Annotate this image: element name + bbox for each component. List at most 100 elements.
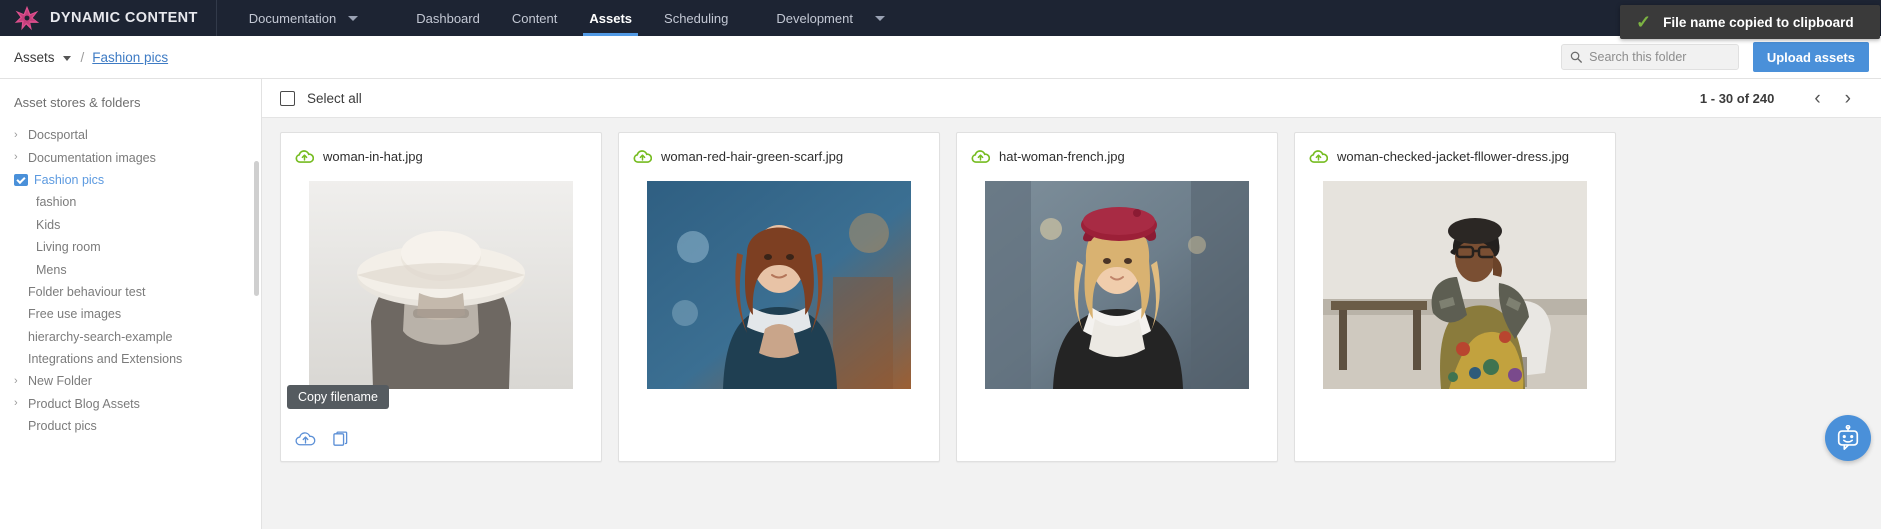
- sidebar-item-documentation-images[interactable]: › Documentation images: [0, 146, 261, 168]
- asset-thumbnail-wrapper: [1323, 181, 1587, 389]
- copy-filename-icon[interactable]: [330, 430, 351, 449]
- asset-thumbnail-wrapper: [309, 181, 573, 389]
- nav-item-label: Documentation: [248, 10, 337, 26]
- asset-card[interactable]: woman-in-hat.jpg Copy filename: [280, 132, 602, 462]
- asset-thumbnail-wrapper: [647, 181, 911, 389]
- asset-card[interactable]: woman-checked-jacket-fllower-dress.jpg: [1294, 132, 1616, 462]
- breadcrumb-separator: /: [80, 49, 85, 65]
- sidebar-item-label: hierarchy-search-example: [28, 329, 173, 344]
- sidebar-item-label: Folder behaviour test: [28, 284, 146, 299]
- search-input[interactable]: [1589, 50, 1730, 64]
- copy-filename-tooltip: Copy filename: [287, 385, 389, 409]
- asset-card-header: woman-red-hair-green-scarf.jpg: [619, 133, 939, 167]
- next-page-button[interactable]: ›: [1833, 89, 1863, 108]
- chatbot-icon: [1837, 425, 1859, 450]
- folder-tree: › Docsportal › Documentation images Fash…: [0, 120, 261, 437]
- star-burst-logo-icon: [14, 5, 40, 31]
- sidebar-item-label: Documentation images: [28, 150, 156, 165]
- chevron-right-icon[interactable]: ›: [14, 152, 28, 163]
- asset-card-header: woman-checked-jacket-fllower-dress.jpg: [1295, 133, 1615, 167]
- asset-card-actions: [295, 430, 351, 449]
- sidebar-item-product-blog-assets[interactable]: › Product Blog Assets: [0, 393, 261, 415]
- upload-assets-button[interactable]: Upload assets: [1752, 42, 1869, 72]
- asset-card-header: woman-in-hat.jpg: [281, 133, 601, 167]
- sidebar-item-label: fashion: [36, 195, 77, 210]
- sidebar-item-label: Fashion pics: [34, 172, 105, 187]
- asset-card[interactable]: woman-red-hair-green-scarf.jpg: [618, 132, 940, 462]
- sidebar-item-free-use-images[interactable]: Free use images: [0, 303, 261, 325]
- sidebar-title: Asset stores & folders: [14, 95, 141, 110]
- asset-thumbnail-image: [647, 181, 911, 389]
- asset-card-header: hat-woman-french.jpg: [957, 133, 1277, 167]
- assets-main-panel: Select all 1 - 30 of 240 ‹ › woman-in-ha…: [262, 79, 1881, 529]
- chevron-down-icon[interactable]: [874, 15, 885, 21]
- brand-title: DYNAMIC CONTENT: [50, 10, 198, 26]
- asset-thumbnail-wrapper: [985, 181, 1249, 389]
- sidebar-item-folder-behaviour-test[interactable]: Folder behaviour test: [0, 281, 261, 303]
- sidebar-item-living-room[interactable]: Living room: [0, 236, 261, 258]
- asset-tree-sidebar: Asset stores & folders › Docsportal › Do…: [0, 79, 262, 529]
- sidebar-item-docsportal[interactable]: › Docsportal: [0, 124, 261, 146]
- brand-logo[interactable]: DYNAMIC CONTENT: [0, 0, 217, 36]
- sidebar-item-label: Product Blog Assets: [28, 396, 140, 411]
- sidebar-item-kids[interactable]: Kids: [0, 214, 261, 236]
- search-folder-box[interactable]: [1560, 44, 1739, 70]
- check-icon: ✓: [1636, 12, 1652, 32]
- assets-toolbar: Select all 1 - 30 of 240 ‹ ›: [262, 79, 1881, 118]
- search-icon: [1570, 51, 1582, 63]
- sidebar-item-label: Docsportal: [28, 128, 88, 143]
- nav-item-label: Scheduling: [664, 10, 729, 26]
- breadcrumb-root[interactable]: Assets: [14, 50, 55, 65]
- nav-item-label: Assets: [589, 10, 633, 26]
- asset-card[interactable]: hat-woman-french.jpg: [956, 132, 1278, 462]
- asset-thumbnail-image: [309, 181, 573, 389]
- select-all-checkbox[interactable]: [280, 90, 295, 106]
- chevron-right-icon[interactable]: ›: [14, 375, 28, 387]
- open-folder-icon: [14, 173, 28, 186]
- nav-item-label: Dashboard: [416, 10, 480, 26]
- asset-thumbnail-image: [985, 181, 1249, 389]
- sidebar-item-hierarchy-search-example[interactable]: hierarchy-search-example: [0, 326, 261, 348]
- nav-item-development[interactable]: Development: [760, 0, 869, 36]
- sidebar-item-mens[interactable]: Mens: [0, 258, 261, 280]
- nav-item-label: Content: [511, 10, 558, 26]
- sidebar-item-fashion[interactable]: fashion: [0, 191, 261, 213]
- publish-icon[interactable]: [295, 430, 316, 449]
- asset-filename: woman-checked-jacket-fllower-dress.jpg: [1337, 148, 1569, 164]
- sidebar-item-label: Kids: [36, 217, 61, 232]
- nav-item-dashboard[interactable]: Dashboard: [400, 0, 496, 36]
- toast-message: File name copied to clipboard: [1663, 14, 1854, 30]
- asset-card-grid: woman-in-hat.jpg Copy filename woman-red…: [262, 118, 1881, 462]
- asset-filename: woman-in-hat.jpg: [323, 148, 423, 164]
- sidebar-item-fashion-pics[interactable]: Fashion pics: [0, 169, 261, 191]
- pagination-count: 1 - 30 of 240: [1699, 90, 1775, 106]
- sidebar-item-label: Integrations and Extensions: [28, 352, 183, 367]
- previous-page-button[interactable]: ‹: [1802, 89, 1832, 108]
- sidebar-scrollbar[interactable]: [254, 161, 259, 296]
- chevron-right-icon[interactable]: ›: [14, 398, 28, 409]
- asset-thumbnail-image: [1323, 181, 1587, 389]
- breadcrumb-current[interactable]: Fashion pics: [92, 50, 168, 65]
- sidebar-item-label: Product pics: [28, 419, 97, 434]
- toast-notification: ✓ File name copied to clipboard: [1620, 5, 1880, 39]
- cloud-upload-icon: [295, 149, 314, 163]
- breadcrumb-bar: Assets / Fashion pics Upload assets: [0, 36, 1881, 79]
- sidebar-item-new-folder[interactable]: › New Folder: [0, 370, 261, 392]
- nav-item-list: Documentation Dashboard Content Assets S…: [217, 0, 885, 36]
- top-navigation-bar: DYNAMIC CONTENT Documentation Dashboard …: [0, 0, 1881, 39]
- nav-item-content[interactable]: Content: [496, 0, 574, 36]
- nav-item-assets[interactable]: Assets: [573, 0, 648, 36]
- cloud-upload-icon: [971, 149, 990, 163]
- cloud-upload-icon: [1309, 149, 1328, 163]
- chevron-right-icon[interactable]: ›: [14, 129, 28, 141]
- sidebar-item-label: New Folder: [28, 374, 92, 389]
- chatbot-button[interactable]: [1825, 415, 1871, 461]
- sidebar-item-product-pics[interactable]: Product pics: [0, 415, 261, 437]
- nav-item-documentation[interactable]: Documentation: [233, 0, 352, 36]
- chevron-down-icon[interactable]: [62, 55, 71, 61]
- sidebar-item-label: Living room: [36, 240, 101, 255]
- workspace: Asset stores & folders › Docsportal › Do…: [0, 79, 1881, 529]
- sidebar-item-integrations-and-extensions[interactable]: Integrations and Extensions: [0, 348, 261, 370]
- select-all-label: Select all: [307, 90, 362, 106]
- nav-item-scheduling[interactable]: Scheduling: [648, 0, 744, 36]
